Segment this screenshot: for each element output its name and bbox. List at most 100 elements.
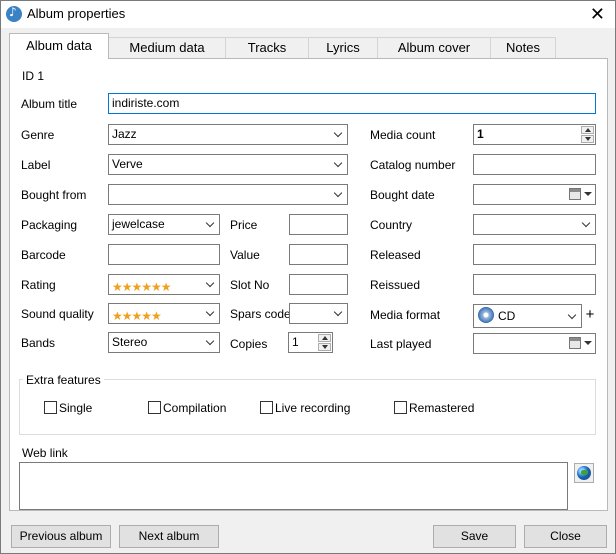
catalog-number-input[interactable] (473, 154, 596, 175)
rating-stars: ★★★★★★ (112, 280, 172, 294)
last-played-picker[interactable] (473, 333, 596, 354)
media-format-label: Media format (370, 308, 441, 322)
media-format-combo[interactable]: CD (473, 304, 582, 328)
tab-notes[interactable]: Notes (490, 37, 556, 58)
price-input[interactable] (289, 214, 348, 235)
remastered-label[interactable]: Remastered (409, 401, 474, 415)
chevron-down-icon (334, 307, 344, 319)
copies-spin-buttons[interactable] (318, 334, 331, 351)
copies-value: 1 (292, 335, 299, 349)
media-count-spinner[interactable]: 1 (473, 124, 596, 145)
genre-combo[interactable]: Jazz (108, 124, 348, 145)
spars-code-label: Spars code (230, 307, 291, 321)
spars-code-combo[interactable] (289, 303, 348, 324)
live-recording-label[interactable]: Live recording (275, 401, 350, 415)
bought-from-combo[interactable] (108, 184, 348, 205)
remastered-checkbox[interactable] (394, 401, 407, 414)
dropdown-arrow-icon[interactable] (584, 192, 592, 196)
chevron-down-icon (206, 278, 216, 290)
price-label: Price (230, 218, 258, 232)
single-label[interactable]: Single (59, 401, 92, 415)
copies-spinner[interactable]: 1 (288, 332, 333, 353)
media-count-label: Media count (370, 128, 436, 142)
catalog-number-label: Catalog number (370, 158, 456, 172)
label-combo[interactable]: Verve (108, 154, 348, 175)
next-album-button[interactable]: Next album (119, 525, 219, 548)
spin-up-icon[interactable] (581, 126, 594, 134)
chevron-down-icon (334, 158, 344, 170)
bands-value: Stereo (112, 335, 148, 349)
tab-medium-data[interactable]: Medium data (108, 37, 226, 58)
cd-disc-icon (478, 307, 494, 323)
last-played-label: Last played (370, 337, 432, 351)
reissued-input[interactable] (473, 274, 596, 295)
label-label: Label (21, 158, 51, 172)
bands-combo[interactable]: Stereo (108, 332, 220, 353)
copies-label: Copies (230, 337, 268, 351)
value-input[interactable] (289, 244, 348, 265)
spin-up-icon[interactable] (318, 334, 331, 342)
slot-no-input[interactable] (289, 274, 348, 295)
barcode-input[interactable] (108, 244, 220, 265)
genre-value: Jazz (112, 127, 137, 141)
live-recording-checkbox[interactable] (260, 401, 273, 414)
chevron-down-icon (334, 188, 344, 200)
tab-tracks[interactable]: Tracks (225, 37, 309, 58)
bands-label: Bands (21, 336, 56, 350)
compilation-checkbox[interactable] (148, 401, 161, 414)
chevron-down-icon (206, 218, 216, 230)
country-label: Country (370, 218, 413, 232)
extra-features-title: Extra features (23, 373, 104, 387)
calendar-icon[interactable] (569, 188, 581, 200)
chevron-down-icon (582, 218, 592, 230)
released-input[interactable] (473, 244, 596, 265)
media-count-value: 1 (477, 127, 484, 141)
close-window-icon[interactable]: ✕ (590, 4, 605, 25)
chevron-down-icon (206, 336, 216, 348)
single-checkbox[interactable] (44, 401, 57, 414)
media-format-value: CD (498, 309, 516, 323)
barcode-label: Barcode (21, 248, 66, 262)
save-button[interactable]: Save (433, 525, 516, 548)
album-properties-window: Album properties ✕ Medium data Tracks Ly… (0, 0, 616, 554)
packaging-value: jewelcase (112, 217, 165, 231)
slot-no-label: Slot No (230, 278, 270, 292)
tab-album-data[interactable]: Album data (9, 33, 109, 59)
web-link-textarea[interactable] (19, 462, 568, 510)
rating-combo[interactable]: ★★★★★★ (108, 274, 220, 295)
compilation-label[interactable]: Compilation (163, 401, 226, 415)
genre-label: Genre (21, 128, 55, 142)
rating-label: Rating (21, 278, 56, 292)
label-value: Verve (112, 157, 143, 171)
previous-album-button[interactable]: Previous album (11, 525, 111, 548)
spin-down-icon[interactable] (318, 343, 331, 351)
reissued-label: Reissued (370, 278, 421, 292)
packaging-label: Packaging (21, 218, 78, 232)
bought-from-label: Bought from (21, 188, 87, 202)
media-count-spin-buttons[interactable] (581, 126, 594, 143)
country-combo[interactable] (473, 214, 596, 235)
chevron-down-icon (206, 307, 216, 319)
album-title-input[interactable]: indiriste.com (108, 93, 596, 114)
tab-lyrics[interactable]: Lyrics (308, 37, 378, 58)
tab-album-cover[interactable]: Album cover (377, 37, 491, 58)
web-link-label: Web link (22, 446, 68, 460)
window-title: Album properties (27, 6, 126, 21)
sound-quality-stars: ★★★★★ (112, 309, 162, 323)
title-bar: Album properties ✕ (1, 1, 615, 28)
packaging-combo[interactable]: jewelcase (108, 214, 220, 235)
bought-date-label: Bought date (370, 188, 435, 202)
released-label: Released (370, 248, 421, 262)
dropdown-arrow-icon[interactable] (584, 341, 592, 345)
app-music-icon (6, 5, 22, 22)
calendar-icon[interactable] (569, 337, 581, 349)
close-button[interactable]: Close (524, 525, 607, 548)
globe-icon[interactable] (574, 463, 594, 483)
bought-date-picker[interactable] (473, 184, 596, 205)
chevron-down-icon (568, 310, 578, 322)
chevron-down-icon (334, 128, 344, 140)
add-media-format-button[interactable]: + (584, 307, 596, 325)
spin-down-icon[interactable] (581, 135, 594, 143)
sound-quality-combo[interactable]: ★★★★★ (108, 303, 220, 324)
album-title-label: Album title (21, 97, 78, 111)
